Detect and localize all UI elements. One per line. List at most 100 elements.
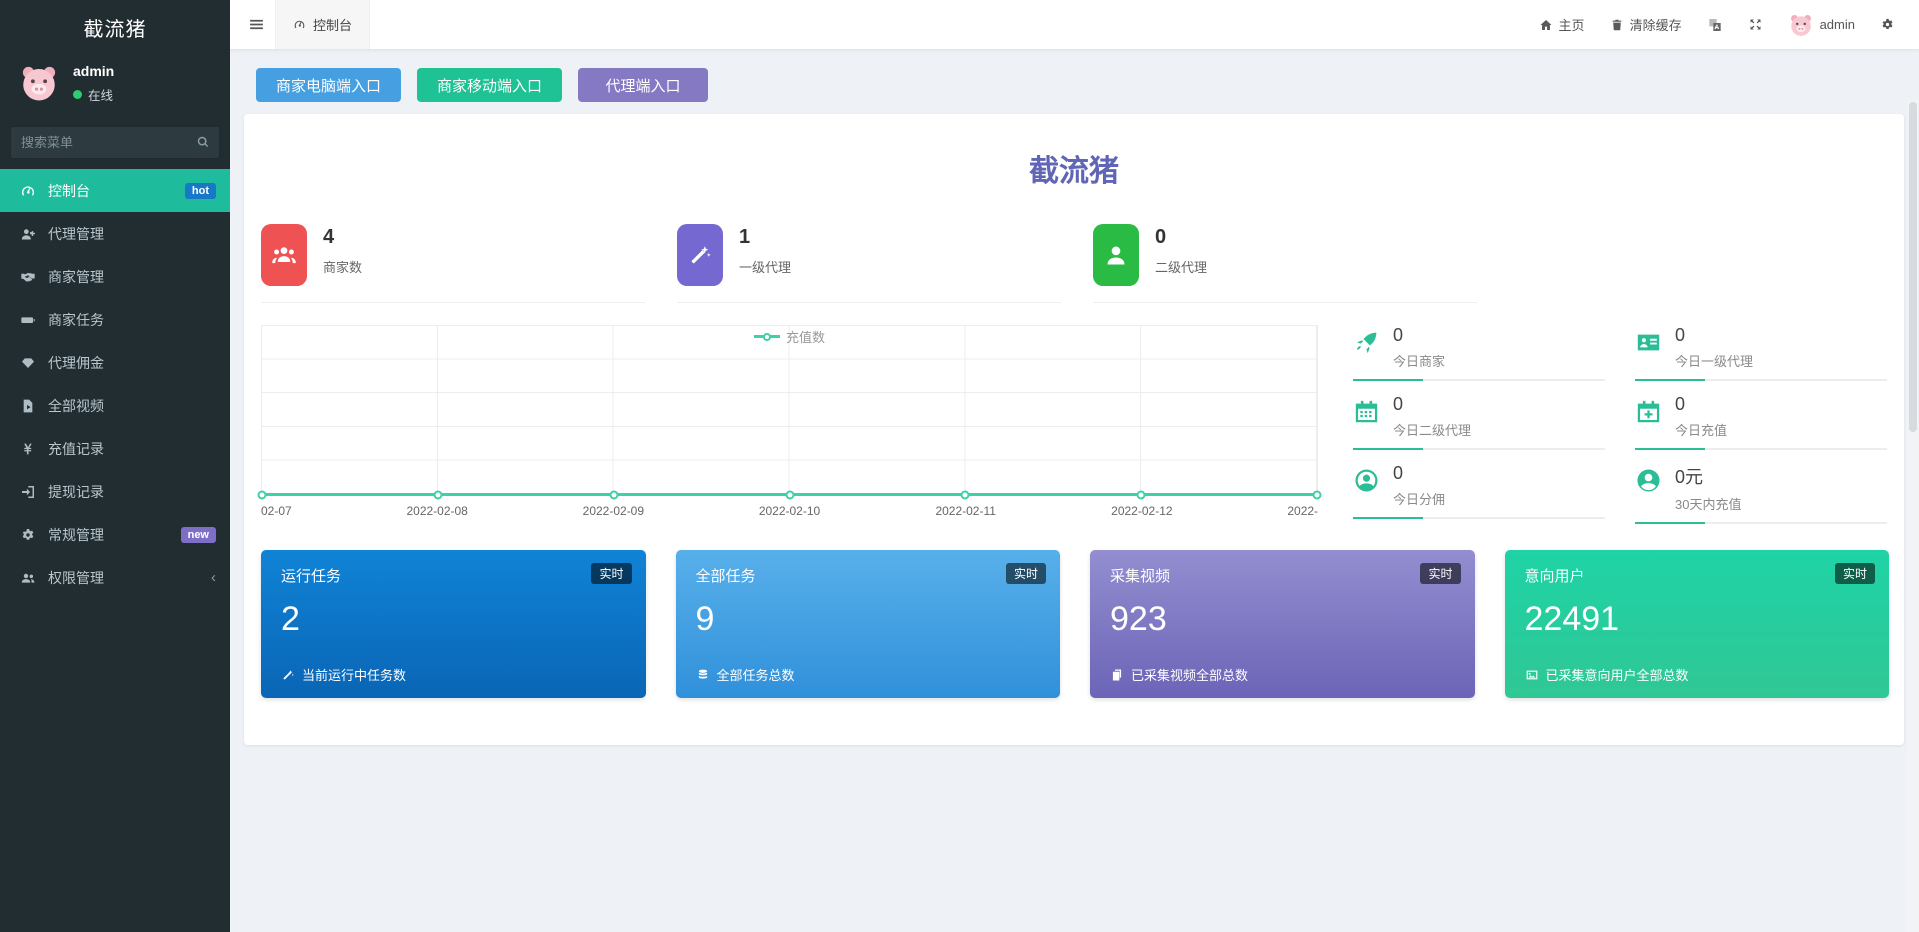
sidebar-item-label: 提现记录 <box>48 483 104 500</box>
dashboard-icon <box>293 18 306 31</box>
sidebar-item[interactable]: 商家管理 <box>0 255 230 298</box>
summary-card-value: 2 <box>281 600 300 638</box>
stat-value: 4 <box>323 226 335 248</box>
search-input[interactable] <box>10 126 220 159</box>
sign-in-icon <box>22 486 34 498</box>
tab-dashboard[interactable]: 控制台 <box>275 0 371 49</box>
realtime-badge: 实时 <box>591 563 632 584</box>
entry-button[interactable]: 商家移动端入口 <box>417 68 563 102</box>
stat-icon-box <box>261 224 307 286</box>
tab-label: 控制台 <box>313 18 353 33</box>
sidebar-item-label: 商家任务 <box>48 311 104 328</box>
chart-data-point <box>257 490 267 499</box>
pig-avatar <box>1788 12 1814 38</box>
mini-stat-value: 0 <box>1675 325 1686 345</box>
user-icon <box>1108 247 1125 265</box>
chart-legend[interactable]: 充值数 <box>261 327 1318 346</box>
mini-stat-label: 今日二级代理 <box>1393 423 1472 438</box>
stat-value: 0 <box>1155 226 1167 248</box>
settings-gear-icon[interactable] <box>1880 17 1895 32</box>
sidebar-item[interactable]: 代理管理 <box>0 212 230 255</box>
summary-card-value: 9 <box>695 600 715 638</box>
recharge-line-chart: 充值数 2022-02-072022-02-082022-02-092022-0… <box>257 325 1322 524</box>
mini-stat-underline <box>1353 379 1606 381</box>
home-link[interactable]: 主页 <box>1539 15 1585 34</box>
mini-stat-label: 今日一级代理 <box>1675 354 1754 369</box>
magic-wand-icon <box>691 246 711 264</box>
summary-card-title: 全部任务 <box>695 568 756 585</box>
users-icon <box>22 573 35 582</box>
mini-stat: 0 今日分佣 <box>1353 463 1606 524</box>
file-video-icon <box>24 399 33 412</box>
vertical-scrollbar[interactable] <box>1907 100 1919 932</box>
summary-card: 意向用户 实时 22491 已采集意向用户全部总数 <box>1504 550 1889 698</box>
pig-avatar <box>18 62 60 104</box>
sidebar-item[interactable]: 提现记录 <box>0 470 230 513</box>
menu-badge: new <box>180 526 216 543</box>
rocket-icon <box>1357 333 1376 353</box>
top-stats-row: 4 商家数 1 一级代理 0 二级代理 <box>261 224 1477 303</box>
dashboard-icon <box>22 186 34 195</box>
chart-plot-area <box>257 325 1322 499</box>
summary-card-value: 22491 <box>1524 600 1620 638</box>
mini-stat-label: 今日分佣 <box>1393 492 1446 507</box>
sidebar: 截流猪 admin 在线 控制台 hot 代理管理 <box>0 0 230 932</box>
copy-icon <box>1113 669 1121 680</box>
chart-data-point <box>1136 490 1146 499</box>
scrollbar-thumb[interactable] <box>1909 102 1917 432</box>
users-group-icon <box>272 247 295 263</box>
sidebar-item[interactable]: 全部视频 <box>0 384 230 427</box>
user-circle-icon <box>1637 469 1659 491</box>
summary-card: 运行任务 实时 2 当前运行中任务数 <box>261 550 646 698</box>
mini-stat: 0 今日充值 <box>1635 394 1887 450</box>
battery-icon <box>21 317 34 323</box>
chart-data-point <box>960 490 970 499</box>
stat-icon-box <box>677 224 723 286</box>
language-icon[interactable] <box>1707 17 1723 33</box>
sidebar-item-label: 控制台 <box>48 182 90 199</box>
stat-item: 1 一级代理 <box>677 224 1061 303</box>
user-plus-icon <box>22 229 35 239</box>
chevron-left-icon[interactable]: ‹ <box>211 569 216 586</box>
entry-button[interactable]: 代理端入口 <box>578 68 709 102</box>
mini-stat: 0 今日二级代理 <box>1353 394 1606 450</box>
sidebar-item[interactable]: 控制台 hot <box>0 169 230 212</box>
fullscreen-icon[interactable] <box>1748 17 1763 32</box>
summary-card-value: 923 <box>1110 600 1167 638</box>
sidebar-item-label: 代理佣金 <box>48 354 104 371</box>
clear-cache-button[interactable]: 清除缓存 <box>1610 15 1682 34</box>
summary-card-title: 采集视频 <box>1110 568 1171 585</box>
mini-stat-underline <box>1635 379 1887 381</box>
sidebar-item[interactable]: 权限管理 ‹ <box>0 556 230 599</box>
entry-button[interactable]: 商家电脑端入口 <box>256 68 402 102</box>
sidebar-item-label: 常规管理 <box>48 526 104 543</box>
sidebar-menu: 控制台 hot 代理管理 商家管理 商家任务 代理佣金 全部视频 充值记录 提现… <box>0 169 230 599</box>
sidebar-item-label: 权限管理 <box>48 569 104 586</box>
summary-card-footer: 全部任务总数 <box>716 668 795 683</box>
summary-card-title: 意向用户 <box>1524 568 1585 585</box>
mini-stat-label: 今日商家 <box>1393 354 1446 369</box>
stat-label: 一级代理 <box>739 260 792 275</box>
calendar-plus-icon <box>1638 401 1659 422</box>
mini-stat-label: 今日充值 <box>1675 423 1728 438</box>
mini-stat-underline <box>1353 517 1606 519</box>
mini-stat-underline <box>1635 522 1887 524</box>
mini-stat-value: 0 <box>1675 394 1686 414</box>
sidebar-item[interactable]: 代理佣金 <box>0 341 230 384</box>
sidebar-item[interactable]: 常规管理 new <box>0 513 230 556</box>
sidebar-item[interactable]: 商家任务 <box>0 298 230 341</box>
summary-card: 采集视频 实时 923 已采集视频全部总数 <box>1090 550 1475 698</box>
user-panel: admin 在线 <box>0 42 230 118</box>
chart-x-axis: 2022-02-07 2022-02-08 2022-02-09 2022-02-10… <box>261 503 1318 523</box>
realtime-badge: 实时 <box>1834 563 1875 584</box>
chart-data-point <box>433 490 443 499</box>
summary-card-footer: 已采集意向用户全部总数 <box>1545 668 1689 683</box>
online-status-label: 在线 <box>88 88 114 103</box>
dashboard-card: 截流猪 4 商家数 1 一级代理 0 二级代理 充值数 02-07 2022-0… <box>244 114 1904 745</box>
sidebar-item[interactable]: 充值记录 <box>0 427 230 470</box>
sidebar-item-label: 代理管理 <box>48 225 104 242</box>
hamburger-menu-icon[interactable] <box>248 16 265 33</box>
main-content: 商家电脑端入口 商家移动端入口 代理端入口 截流猪 4 商家数 1 一级代理 0… <box>230 50 1919 932</box>
chart-data-point <box>785 490 795 499</box>
user-menu[interactable]: admin <box>1788 12 1855 38</box>
